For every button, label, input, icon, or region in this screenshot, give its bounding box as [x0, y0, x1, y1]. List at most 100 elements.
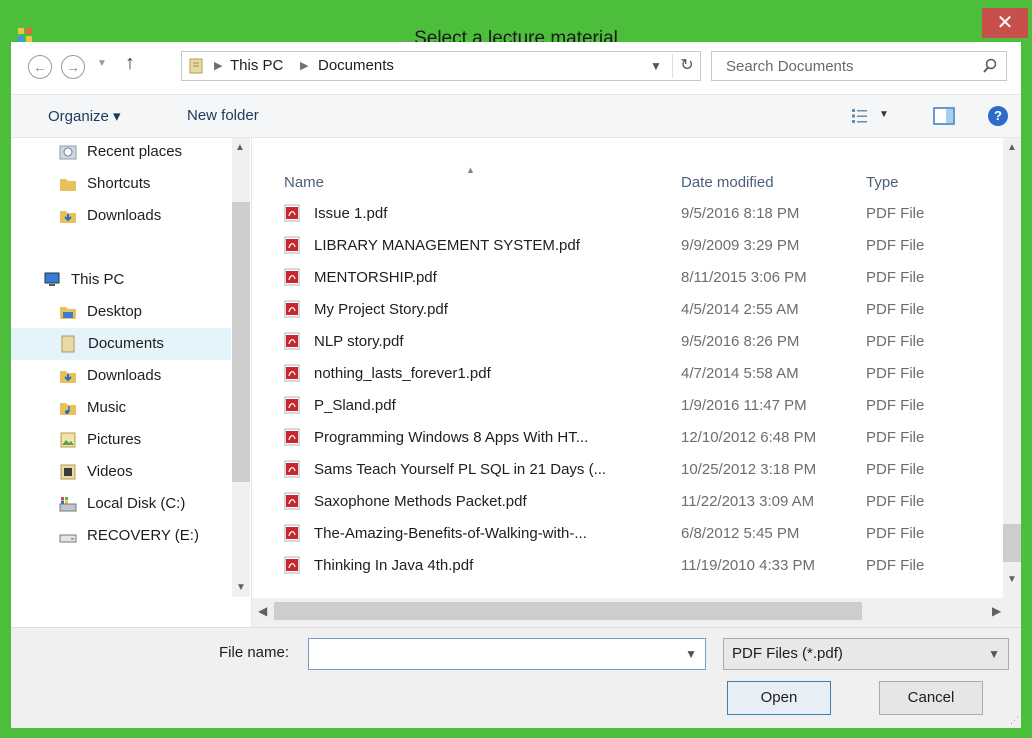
- file-name: P_Sland.pdf: [314, 397, 396, 414]
- search-box[interactable]: [711, 51, 1007, 81]
- chevron-down-icon[interactable]: ▼: [685, 647, 697, 661]
- music-icon: [60, 403, 76, 415]
- file-list-horizontal-scrollbar[interactable]: ◀ ▶: [252, 598, 1021, 627]
- sidebar-item-shortcuts[interactable]: Shortcuts: [59, 170, 229, 200]
- file-list-vertical-scrollbar[interactable]: ▲ ▼: [1003, 138, 1021, 598]
- file-list-scroll-thumb[interactable]: [1003, 524, 1021, 562]
- file-row[interactable]: nothing_lasts_forever1.pdf 4/7/2014 5:58 …: [284, 358, 1004, 390]
- scroll-down-icon[interactable]: ▼: [1007, 574, 1017, 585]
- scroll-right-icon[interactable]: ▶: [992, 604, 1001, 618]
- sidebar-item-pictures[interactable]: Pictures: [59, 426, 229, 456]
- file-type: PDF File: [866, 365, 925, 382]
- sidebar-item-downloads-pc[interactable]: Downloads: [59, 362, 229, 392]
- file-name-combobox[interactable]: ▼: [308, 638, 706, 670]
- sidebar-item-videos[interactable]: Videos: [59, 458, 229, 488]
- downloads-icon: [60, 371, 76, 383]
- sidebar-item-documents[interactable]: Documents: [11, 328, 231, 360]
- sidebar-item-downloads[interactable]: Downloads: [59, 202, 229, 232]
- breadcrumb-separator-icon: ▶: [300, 60, 309, 72]
- file-row[interactable]: Saxophone Methods Packet.pdf 11/22/2013 3…: [284, 486, 1004, 518]
- desktop-icon: [60, 307, 76, 319]
- pdf-file-icon: [284, 492, 300, 510]
- close-button[interactable]: ✕: [982, 8, 1028, 38]
- scroll-down-icon[interactable]: ▼: [236, 582, 246, 593]
- chevron-down-icon[interactable]: ▼: [988, 647, 1000, 661]
- file-type: PDF File: [866, 525, 925, 542]
- drive-icon: [59, 534, 77, 543]
- navigation-pane: Recent places Shortcuts Downloads This P…: [11, 138, 252, 627]
- sidebar-scrollbar[interactable]: ▲ ▼: [232, 138, 250, 597]
- sidebar-item-recovery[interactable]: RECOVERY (E:): [59, 522, 229, 552]
- pdf-file-icon: [284, 556, 300, 574]
- file-row[interactable]: Programming Windows 8 Apps With HT... 12/…: [284, 422, 1004, 454]
- help-icon[interactable]: ?: [988, 106, 1008, 126]
- computer-icon: [44, 272, 60, 286]
- file-date-modified: 8/11/2015 3:06 PM: [681, 269, 807, 286]
- sidebar-item-desktop[interactable]: Desktop: [59, 298, 229, 328]
- file-type-filter-select[interactable]: PDF Files (*.pdf) ▼: [723, 638, 1009, 670]
- back-button[interactable]: ←: [28, 55, 52, 79]
- file-name: My Project Story.pdf: [314, 301, 448, 318]
- column-header-date-modified[interactable]: Date modified: [681, 174, 774, 191]
- file-name: Programming Windows 8 Apps With HT...: [314, 429, 589, 446]
- file-row[interactable]: My Project Story.pdf 4/5/2014 2:55 AM PDF …: [284, 294, 1004, 326]
- file-row[interactable]: P_Sland.pdf 1/9/2016 11:47 PM PDF File: [284, 390, 1004, 422]
- resize-grip-icon[interactable]: ⋰: [1010, 715, 1019, 726]
- file-name-input[interactable]: [309, 639, 677, 669]
- scroll-up-icon[interactable]: ▲: [1007, 142, 1017, 153]
- file-row[interactable]: Thinking In Java 4th.pdf 11/19/2010 4:33 …: [284, 550, 1004, 582]
- breadcrumb-documents[interactable]: Documents: [318, 57, 394, 74]
- forward-button[interactable]: →: [61, 55, 85, 79]
- preview-pane-icon[interactable]: [933, 107, 955, 125]
- chevron-down-icon[interactable]: ▼: [879, 109, 889, 120]
- file-type: PDF File: [866, 269, 925, 286]
- view-options-icon[interactable]: [851, 107, 869, 125]
- new-folder-button[interactable]: New folder: [187, 107, 259, 124]
- file-type: PDF File: [866, 333, 925, 350]
- address-bar[interactable]: ▶ This PC ▶ Documents ▼ ↻: [181, 51, 701, 81]
- file-row[interactable]: MENTORSHIP.pdf 8/11/2015 3:06 PM PDF File: [284, 262, 1004, 294]
- pdf-file-icon: [284, 524, 300, 542]
- up-button[interactable]: ↑: [125, 52, 135, 75]
- file-date-modified: 9/9/2009 3:29 PM: [681, 237, 800, 254]
- downloads-icon: [60, 211, 76, 223]
- search-input[interactable]: [712, 52, 986, 80]
- pictures-icon: [60, 432, 76, 448]
- file-row[interactable]: NLP story.pdf 9/5/2016 8:26 PM PDF File: [284, 326, 1004, 358]
- organize-button[interactable]: Organize ▾: [48, 107, 121, 125]
- file-date-modified: 1/9/2016 11:47 PM: [681, 397, 807, 414]
- file-name: Sams Teach Yourself PL SQL in 21 Days (.…: [314, 461, 607, 478]
- file-row[interactable]: Issue 1.pdf 9/5/2016 8:18 PM PDF File: [284, 198, 1004, 230]
- breadcrumb-separator-icon: ▶: [214, 60, 223, 72]
- recent-places-icon: [59, 145, 77, 160]
- scroll-left-icon[interactable]: ◀: [258, 604, 267, 618]
- sidebar-item-recent-places[interactable]: Recent places: [59, 138, 229, 168]
- open-button[interactable]: Open: [727, 681, 831, 715]
- file-name: LIBRARY MANAGEMENT SYSTEM.pdf: [314, 237, 580, 254]
- chevron-down-icon[interactable]: ▼: [650, 59, 662, 73]
- sidebar-item-this-pc[interactable]: This PC: [43, 266, 229, 296]
- sidebar-scroll-thumb[interactable]: [232, 202, 250, 482]
- file-selection-area: File name: ▼ PDF Files (*.pdf) ▼ Open Ca…: [11, 627, 1021, 728]
- recent-locations-dropdown[interactable]: ▼: [97, 58, 107, 69]
- pdf-file-icon: [284, 428, 300, 446]
- file-date-modified: 4/5/2014 2:55 AM: [681, 301, 799, 318]
- search-icon[interactable]: [982, 58, 998, 74]
- sidebar-item-music[interactable]: Music: [59, 394, 229, 424]
- file-row[interactable]: Sams Teach Yourself PL SQL in 21 Days (.…: [284, 454, 1004, 486]
- folder-icon: [189, 58, 203, 74]
- file-list: ▲ Name Date modified Type Issue 1.pdf 9/5…: [252, 138, 1021, 598]
- cancel-button[interactable]: Cancel: [879, 681, 983, 715]
- column-header-type[interactable]: Type: [866, 174, 899, 191]
- dialog-window: Select a lecture material ✕ ← → ▼ ↑ ▶ Th…: [0, 0, 1032, 738]
- file-row[interactable]: LIBRARY MANAGEMENT SYSTEM.pdf 9/9/2009 3:…: [284, 230, 1004, 262]
- file-row[interactable]: The-Amazing-Benefits-of-Walking-with-...…: [284, 518, 1004, 550]
- scroll-up-icon[interactable]: ▲: [235, 142, 245, 153]
- sidebar-item-local-disk[interactable]: Local Disk (C:): [59, 490, 229, 520]
- refresh-icon[interactable]: ↻: [672, 54, 701, 78]
- file-name: The-Amazing-Benefits-of-Walking-with-...: [314, 525, 587, 542]
- column-header-name[interactable]: Name: [284, 174, 324, 191]
- pdf-file-icon: [284, 300, 300, 318]
- breadcrumb-this-pc[interactable]: This PC: [230, 57, 283, 74]
- horizontal-scroll-thumb[interactable]: [274, 602, 862, 620]
